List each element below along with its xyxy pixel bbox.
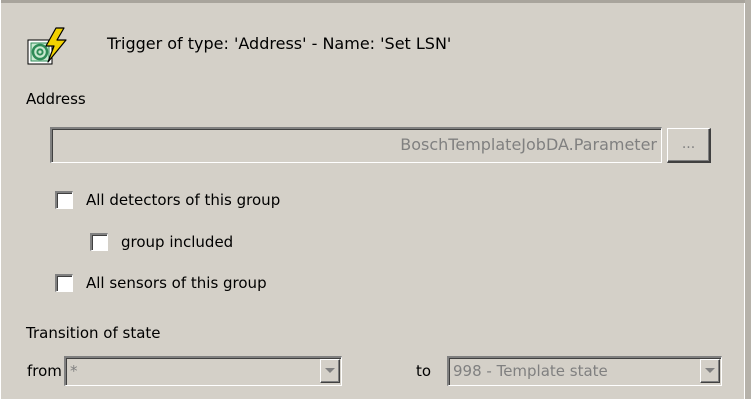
transition-label: Transition of state — [26, 324, 161, 342]
from-state-select[interactable]: * — [64, 356, 342, 386]
all-sensors-label[interactable]: All sensors of this group — [86, 274, 267, 292]
chevron-down-icon — [705, 368, 715, 373]
to-state-value: 998 - Template state — [453, 362, 608, 380]
chevron-down-icon — [325, 368, 335, 373]
group-included-label[interactable]: group included — [121, 233, 233, 251]
to-state-select[interactable]: 998 - Template state — [447, 356, 722, 386]
from-dropdown-button[interactable] — [320, 359, 340, 383]
from-state-value: * — [70, 362, 78, 380]
all-detectors-label[interactable]: All detectors of this group — [86, 191, 280, 209]
to-dropdown-button[interactable] — [700, 359, 720, 383]
group-included-checkbox[interactable] — [90, 233, 108, 251]
window-left-border — [0, 0, 1, 399]
all-sensors-checkbox[interactable] — [55, 274, 73, 292]
from-label: from — [27, 362, 62, 380]
address-field[interactable]: BoschTemplateJobDA.Parameter — [50, 127, 662, 163]
browse-address-button[interactable]: ... — [667, 128, 711, 163]
window-top-border — [0, 0, 751, 3]
address-label: Address — [26, 90, 86, 108]
all-detectors-checkbox[interactable] — [55, 191, 73, 209]
window-right-border — [745, 0, 751, 399]
address-trigger-icon — [27, 27, 67, 65]
to-label: to — [416, 362, 432, 380]
trigger-title: Trigger of type: 'Address' - Name: 'Set … — [107, 34, 452, 53]
